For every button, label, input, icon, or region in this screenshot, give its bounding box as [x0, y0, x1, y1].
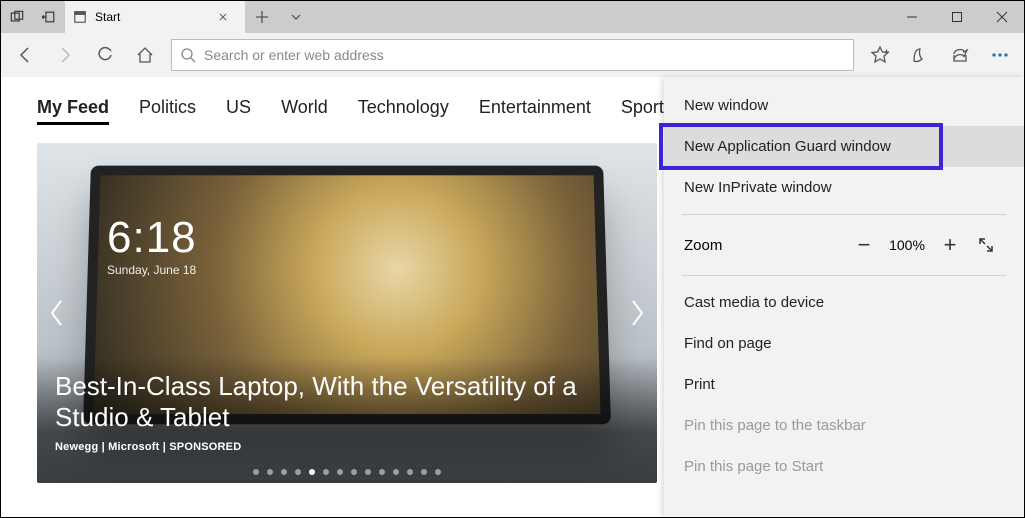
menu-cast-media[interactable]: Cast media to device: [664, 282, 1024, 323]
title-bar-drag-area: [313, 1, 889, 33]
feed-tab[interactable]: Technology: [358, 97, 449, 125]
menu-zoom-row: Zoom − 100% +: [664, 221, 1024, 269]
share-button[interactable]: [940, 35, 980, 75]
settings-more-button[interactable]: [980, 35, 1020, 75]
close-button[interactable]: [979, 1, 1024, 33]
carousel-dot[interactable]: [435, 469, 441, 475]
carousel-dot[interactable]: [393, 469, 399, 475]
back-button[interactable]: [5, 35, 45, 75]
hero-overlay: Best-In-Class Laptop, With the Versatili…: [37, 357, 657, 483]
feed-tab[interactable]: US: [226, 97, 251, 125]
carousel-dot[interactable]: [421, 469, 427, 475]
hero-headline: Best-In-Class Laptop, With the Versatili…: [55, 371, 639, 433]
carousel-dot[interactable]: [253, 469, 259, 475]
tab-actions-icon[interactable]: [279, 10, 313, 24]
favorites-button[interactable]: [860, 35, 900, 75]
search-icon: [180, 47, 196, 63]
carousel-next[interactable]: [621, 289, 653, 337]
carousel-dot[interactable]: [365, 469, 371, 475]
menu-print[interactable]: Print: [664, 364, 1024, 405]
hero-byline: Newegg | Microsoft | SPONSORED: [55, 441, 639, 453]
browser-tab[interactable]: Start: [65, 1, 245, 33]
hero-clock-time: 6:18: [107, 213, 197, 263]
hero-clock-date: Sunday, June 18: [107, 263, 197, 277]
feed-tab[interactable]: Politics: [139, 97, 196, 125]
hero-carousel[interactable]: 6:18 Sunday, June 18 Best-In-Class Lapto…: [37, 143, 657, 483]
carousel-dot[interactable]: [379, 469, 385, 475]
carousel-dot[interactable]: [323, 469, 329, 475]
menu-separator: [682, 275, 1006, 276]
tab-close-icon[interactable]: [219, 9, 235, 25]
full-screen-button[interactable]: [968, 227, 1004, 263]
menu-zoom-label: Zoom: [684, 237, 846, 254]
menu-new-window[interactable]: New window: [664, 85, 1024, 126]
carousel-dots: [37, 469, 657, 475]
address-input[interactable]: [204, 47, 845, 63]
reading-list-button[interactable]: [900, 35, 940, 75]
carousel-dot[interactable]: [267, 469, 273, 475]
carousel-prev[interactable]: [41, 289, 73, 337]
zoom-value: 100%: [882, 237, 932, 253]
carousel-dot[interactable]: [295, 469, 301, 475]
maximize-button[interactable]: [934, 1, 979, 33]
tab-preview-icon[interactable]: [1, 1, 33, 33]
zoom-out-button[interactable]: −: [846, 227, 882, 263]
toolbar: [1, 33, 1024, 77]
home-button[interactable]: [125, 35, 165, 75]
tab-page-icon: [73, 10, 87, 24]
carousel-dot[interactable]: [281, 469, 287, 475]
title-bar-left: Start: [1, 1, 313, 33]
carousel-dot[interactable]: [407, 469, 413, 475]
feed-tab[interactable]: Entertainment: [479, 97, 591, 125]
set-aside-tabs-icon[interactable]: [33, 1, 65, 33]
carousel-dot[interactable]: [351, 469, 357, 475]
new-tab-button[interactable]: [245, 10, 279, 24]
tab-title: Start: [95, 10, 219, 24]
settings-menu: New window New Application Guard window …: [664, 77, 1024, 517]
menu-new-inprivate-window[interactable]: New InPrivate window: [664, 167, 1024, 208]
menu-new-app-guard-window[interactable]: New Application Guard window: [664, 126, 1024, 167]
hero-clock: 6:18 Sunday, June 18: [107, 213, 197, 277]
title-bar: Start: [1, 1, 1024, 33]
carousel-dot[interactable]: [309, 469, 315, 475]
feed-tab[interactable]: My Feed: [37, 97, 109, 125]
minimize-button[interactable]: [889, 1, 934, 33]
menu-pin-taskbar: Pin this page to the taskbar: [664, 405, 1024, 446]
carousel-dot[interactable]: [337, 469, 343, 475]
menu-pin-start: Pin this page to Start: [664, 446, 1024, 487]
zoom-in-button[interactable]: +: [932, 227, 968, 263]
refresh-button[interactable]: [85, 35, 125, 75]
window-controls: [889, 1, 1024, 33]
menu-separator: [682, 214, 1006, 215]
feed-tab[interactable]: World: [281, 97, 328, 125]
menu-find-on-page[interactable]: Find on page: [664, 323, 1024, 364]
forward-button[interactable]: [45, 35, 85, 75]
address-bar[interactable]: [171, 39, 854, 71]
